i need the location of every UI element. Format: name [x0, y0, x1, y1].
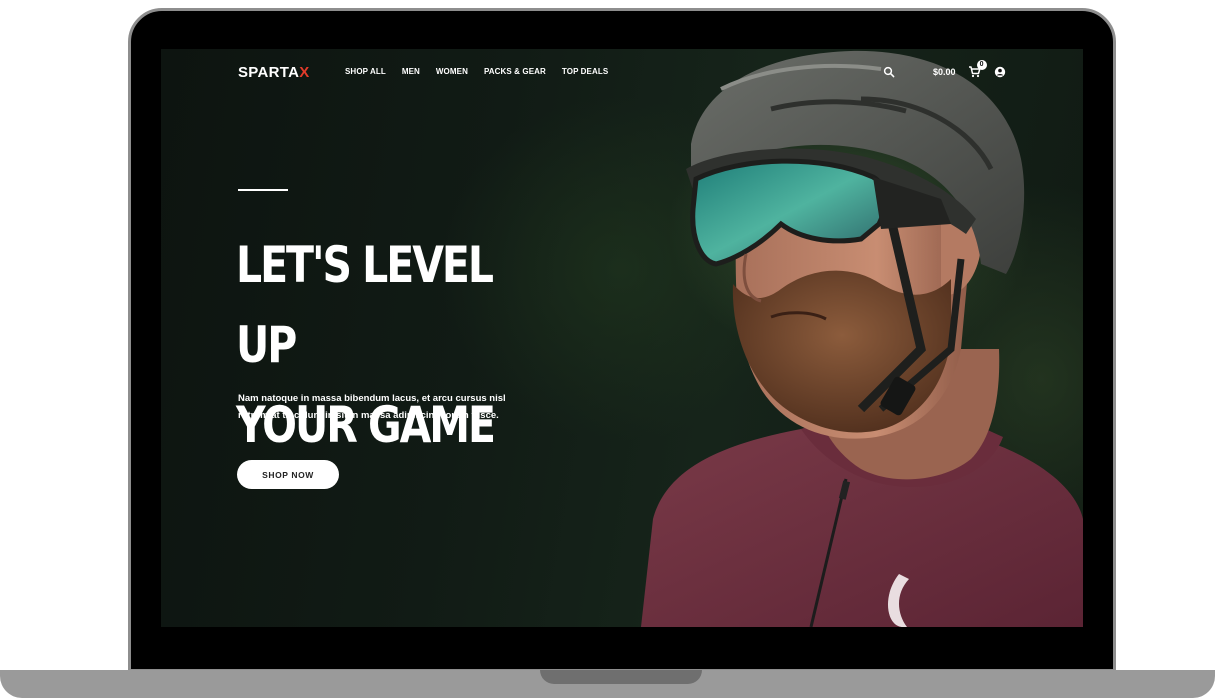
user-icon[interactable] [994, 66, 1006, 78]
brand-name-main: SPARTA [238, 64, 300, 81]
hero-title-line-1: LET'S LEVEL UP [236, 236, 494, 374]
brand-logo[interactable]: SPARTAX [238, 64, 310, 81]
brand-name-accent: X [299, 64, 310, 81]
cart-amount[interactable]: $0.00 [933, 67, 956, 77]
nav-link-women[interactable]: WOMEN [436, 67, 468, 76]
top-navigation: SPARTAX SHOP ALL MEN WOMEN PACKS & GEAR … [161, 49, 1083, 95]
nav-actions: $0.00 0 [883, 60, 1006, 81]
hero-description-line-1: Nam natoque in massa bibendum lacus, et … [238, 393, 506, 404]
laptop-mockup: SPARTAX SHOP ALL MEN WOMEN PACKS & GEAR … [0, 0, 1215, 698]
website-screen: SPARTAX SHOP ALL MEN WOMEN PACKS & GEAR … [161, 49, 1083, 627]
shop-now-button[interactable]: SHOP NOW [237, 460, 339, 489]
hero-divider [238, 189, 288, 191]
nav-link-shop-all[interactable]: SHOP ALL [345, 67, 386, 76]
hero-description: Nam natoque in massa bibendum lacus, et … [238, 390, 568, 424]
nav-link-men[interactable]: MEN [402, 67, 420, 76]
nav-link-top-deals[interactable]: TOP DEALS [562, 67, 608, 76]
laptop-base-notch [540, 670, 702, 684]
cart-button[interactable]: 0 [968, 60, 987, 79]
nav-link-packs-gear[interactable]: PACKS & GEAR [484, 67, 546, 76]
hero-description-line-2: rutrum at tincidunt in sit in massa adip… [238, 410, 499, 421]
cart-count-badge: 0 [976, 60, 987, 70]
hero-title: LET'S LEVEL UP YOUR GAME [236, 225, 531, 465]
search-icon[interactable] [883, 66, 895, 78]
nav-links: SHOP ALL MEN WOMEN PACKS & GEAR TOP DEAL… [345, 67, 608, 76]
